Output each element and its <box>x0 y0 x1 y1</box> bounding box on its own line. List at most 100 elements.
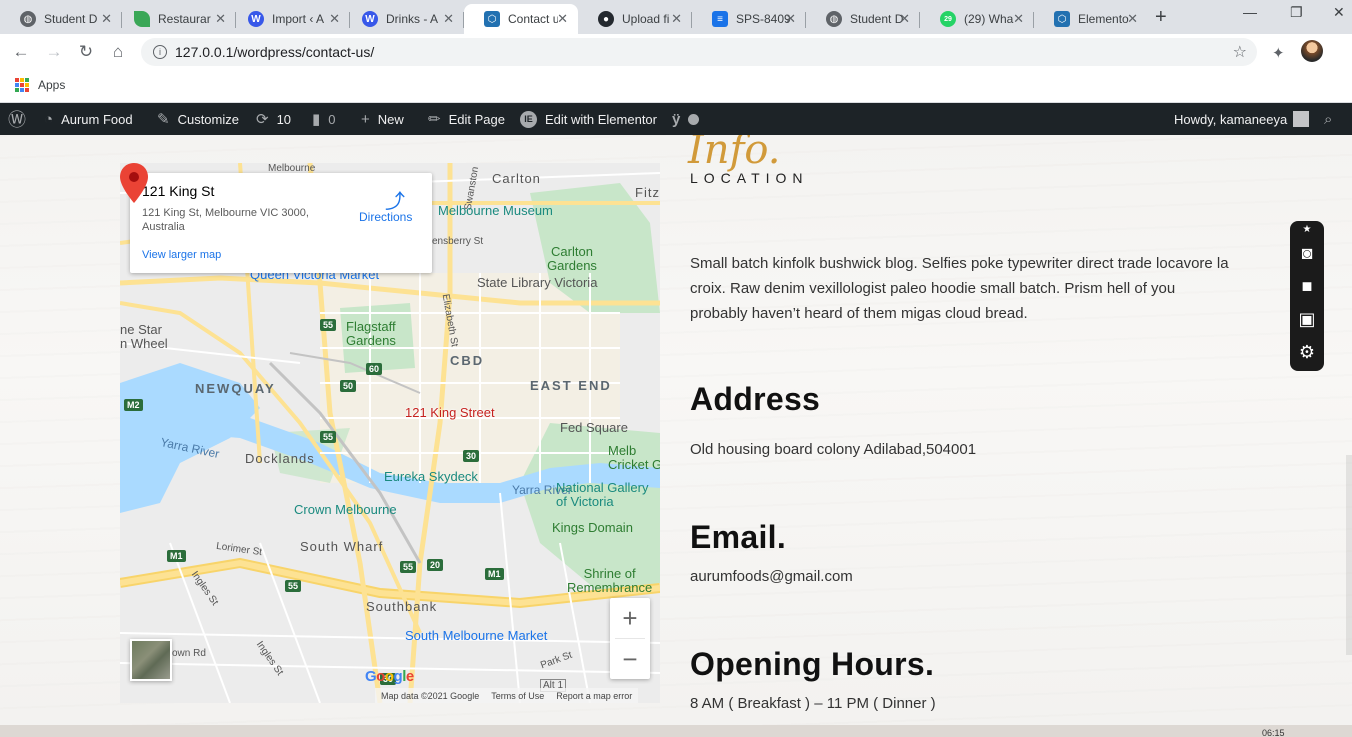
tab-title: Restaurar <box>158 12 211 26</box>
minimize-icon[interactable]: — <box>1243 4 1257 20</box>
tab-student-1[interactable]: ◍ Student D ✕ <box>0 4 122 34</box>
map-pin-icon[interactable] <box>120 163 148 203</box>
directions-icon[interactable]: ⤴ <box>385 185 405 213</box>
restore-icon[interactable]: ❐ <box>1290 4 1303 21</box>
edit-page-link[interactable]: ✏ Edit Page <box>428 103 505 135</box>
globe-icon: ◍ <box>826 11 842 27</box>
tab-restaurant[interactable]: Restaurar ✕ <box>114 4 236 34</box>
close-icon[interactable]: ✕ <box>443 11 454 27</box>
camera-icon[interactable]: ◙ <box>1295 241 1319 265</box>
tab-contact-active[interactable]: ⬡ Contact u ✕ <box>464 4 578 34</box>
report-map-error-link[interactable]: Report a map error <box>556 691 632 701</box>
wordpress-logo-button[interactable]: Ⓦ <box>8 103 26 135</box>
place-address: 121 King St, Melbourne VIC 3000, Austral… <box>142 207 309 233</box>
pencil-icon: ✏ <box>428 111 441 128</box>
customize-label: Customize <box>177 111 239 127</box>
tab-elementor[interactable]: ⬡ Elemento ✕ <box>1034 4 1148 34</box>
new-label: New <box>377 111 404 127</box>
profile-avatar[interactable] <box>1301 40 1323 62</box>
directions-link[interactable]: Directions <box>359 210 412 224</box>
reload-icon[interactable]: ↻ <box>74 40 98 64</box>
tab-student-2[interactable]: ◍ Student D ✕ <box>806 4 920 34</box>
address-bar[interactable]: i 127.0.0.1/wordpress/contact-us/ ☆ <box>141 38 1257 66</box>
map-label-cbd: CBD <box>450 353 485 368</box>
close-icon[interactable]: ✕ <box>215 11 226 27</box>
route-shield: 30 <box>463 450 480 462</box>
forward-arrow-icon[interactable]: → <box>42 40 66 64</box>
admin-search-button[interactable]: ⌕ <box>1324 103 1332 135</box>
apps-bookmark[interactable]: Apps <box>38 78 65 92</box>
tab-import[interactable]: W Import ‹ A ✕ <box>228 4 350 34</box>
close-icon[interactable]: ✕ <box>671 11 682 27</box>
site-name-link[interactable]: ◔ Aurum Food <box>44 103 133 135</box>
terms-of-use-link[interactable]: Terms of Use <box>491 691 544 701</box>
window-close-icon[interactable]: ✕ <box>1333 4 1345 21</box>
bookmark-star-icon[interactable]: ☆ <box>1233 42 1247 62</box>
url-text[interactable]: 127.0.0.1/wordpress/contact-us/ <box>175 44 374 60</box>
customize-link[interactable]: ✎ Customize <box>157 103 239 135</box>
video-icon[interactable]: ■ <box>1295 274 1319 298</box>
close-icon[interactable]: ✕ <box>1013 11 1024 27</box>
map-footer: Map data ©2021 Google Terms of Use Repor… <box>375 688 639 703</box>
seo-status-dot <box>688 113 700 125</box>
tab-upload[interactable]: ● Upload fi ✕ <box>578 4 692 34</box>
satellite-toggle[interactable] <box>130 639 172 681</box>
map-label-docklands: Docklands <box>245 451 315 466</box>
hexagon-icon: ⬡ <box>1054 11 1070 27</box>
gallery-icon[interactable]: ▣ <box>1295 307 1319 331</box>
close-icon[interactable]: ✕ <box>1127 11 1138 27</box>
my-account-link[interactable]: Howdy, kamaneeya <box>1174 103 1310 135</box>
site-name: Aurum Food <box>61 111 133 127</box>
close-icon[interactable]: ✕ <box>101 11 112 27</box>
howdy-label: Howdy, kamaneeya <box>1174 111 1288 127</box>
star-icon[interactable]: ★ <box>1295 223 1319 235</box>
map-label-town-rd: own Rd <box>172 648 206 659</box>
page-scrollbar[interactable] <box>1346 455 1352 655</box>
google-logo: Google <box>365 668 414 685</box>
map-label-melbourne-museum: Melbourne Museum <box>438 203 553 218</box>
tab-sps[interactable]: ≡ SPS-8409 ✕ <box>692 4 806 34</box>
info-icon[interactable]: i <box>153 45 167 59</box>
email-heading: Email. <box>690 519 787 555</box>
map-data-attribution: Map data ©2021 Google <box>381 690 480 701</box>
new-content-link[interactable]: + New <box>361 103 404 135</box>
google-map[interactable]: Melbourne Carlton Fitz Swanston Melbourn… <box>120 163 660 703</box>
pin-label: 121 King Street <box>405 405 495 420</box>
map-label-south-wharf: South Wharf <box>300 539 384 554</box>
comments-link[interactable]: ▮ 0 <box>312 103 336 135</box>
taskbar-strip <box>0 725 1352 737</box>
edit-elementor-link[interactable]: IE Edit with Elementor <box>520 103 657 135</box>
yoast-seo-button[interactable]: ÿ <box>672 103 700 135</box>
tab-whatsapp[interactable]: 29 (29) Wha ✕ <box>920 4 1034 34</box>
map-label-fitz: Fitz <box>635 185 660 200</box>
close-icon[interactable]: ✕ <box>329 11 340 27</box>
home-icon[interactable]: ⌂ <box>106 40 130 64</box>
contact-page: Melbourne Carlton Fitz Swanston Melbourn… <box>0 135 1352 725</box>
zoom-out-button[interactable]: − <box>610 639 650 679</box>
route-shield: 20 <box>427 559 444 571</box>
back-arrow-icon[interactable]: ← <box>9 40 33 64</box>
zoom-in-button[interactable]: + <box>610 598 650 638</box>
route-shield: 55 <box>400 561 417 573</box>
tab-title: Import ‹ A <box>272 12 325 26</box>
tab-drinks[interactable]: W Drinks - A ✕ <box>342 4 464 34</box>
new-tab-button[interactable]: + <box>1155 6 1167 29</box>
settings-gear-icon[interactable]: ⚙ <box>1295 340 1319 364</box>
close-icon[interactable]: ✕ <box>899 11 910 27</box>
map-label-east-end: EAST END <box>530 378 612 393</box>
extensions-puzzle-icon[interactable]: ✦ <box>1272 44 1285 62</box>
map-label-star-wheel: ne Star n Wheel <box>120 322 168 351</box>
map-label-ensberry: ensberry St <box>432 236 484 247</box>
tab-title: Drinks - A <box>386 12 439 26</box>
whatsapp-icon: 29 <box>940 11 956 27</box>
close-icon[interactable]: ✕ <box>785 11 796 27</box>
browser-tab-strip: ◍ Student D ✕ Restaurar ✕ W Import ‹ A ✕… <box>0 0 1352 34</box>
globe-icon: ◍ <box>20 11 36 27</box>
apps-grid-icon[interactable] <box>15 78 29 92</box>
map-label-newquay: NEWQUAY <box>195 381 276 396</box>
route-shield: M1 <box>485 568 504 580</box>
view-larger-map-link[interactable]: View larger map <box>142 249 221 261</box>
updates-link[interactable]: ⟳ 10 <box>256 103 291 135</box>
close-icon[interactable]: ✕ <box>557 11 568 27</box>
email-text[interactable]: aurumfoods@gmail.com <box>690 568 853 585</box>
